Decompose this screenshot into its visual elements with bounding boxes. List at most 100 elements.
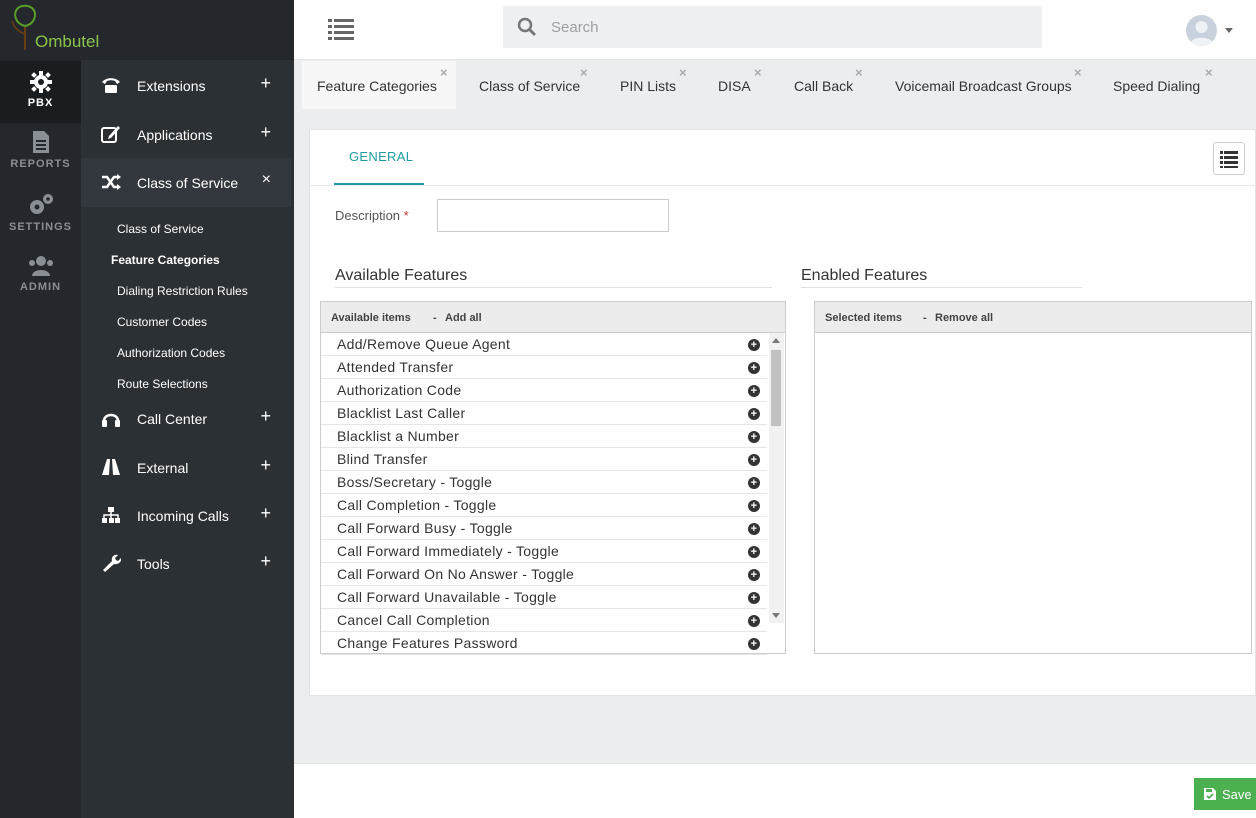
list-item[interactable]: Blacklist Last Caller + [321, 402, 767, 425]
submenu-item-feature-categories[interactable]: Feature Categories [111, 253, 220, 267]
avatar[interactable] [1186, 15, 1217, 46]
remove-all-link[interactable]: Remove all [935, 312, 993, 324]
scroll-up-icon[interactable] [772, 338, 780, 343]
add-circle-icon[interactable]: + [748, 523, 760, 535]
rail-item-admin[interactable]: ADMIN [0, 255, 81, 310]
close-icon[interactable]: × [679, 65, 687, 80]
submenu-item-dialing-restriction-rules[interactable]: Dialing Restriction Rules [117, 284, 248, 298]
tab-class-of-service[interactable]: Class of Service × [456, 61, 596, 109]
feature-label: Call Forward Immediately - Toggle [337, 543, 560, 559]
selected-items-header: Selected items - Remove all [815, 302, 1251, 333]
menu-label: Extensions [137, 78, 206, 94]
tab-label: Speed Dialing [1113, 78, 1201, 94]
add-circle-icon[interactable]: + [748, 500, 760, 512]
save-button[interactable]: Save [1194, 778, 1256, 810]
list-item[interactable]: Call Completion - Toggle + [321, 494, 767, 517]
add-circle-icon[interactable]: + [748, 408, 760, 420]
add-circle-icon[interactable]: + [748, 454, 760, 466]
add-circle-icon[interactable]: + [748, 546, 760, 558]
rail-item-reports[interactable]: REPORTS [0, 130, 81, 185]
tab-label: Class of Service [479, 78, 581, 94]
add-circle-icon[interactable]: + [748, 339, 760, 351]
scrollbar-thumb[interactable] [771, 350, 781, 426]
close-icon[interactable]: × [754, 65, 762, 80]
add-circle-icon[interactable]: + [748, 592, 760, 604]
expand-icon[interactable]: + [260, 406, 271, 427]
list-item[interactable]: Boss/Secretary - Toggle + [321, 471, 767, 494]
close-icon[interactable]: × [440, 65, 448, 80]
scroll-down-icon[interactable] [772, 613, 780, 618]
list-item[interactable]: Authorization Code + [321, 379, 767, 402]
close-icon[interactable]: × [1205, 65, 1213, 80]
close-icon[interactable]: × [1074, 65, 1082, 80]
feature-label: Blacklist Last Caller [337, 405, 466, 421]
submenu-item-customer-codes[interactable]: Customer Codes [117, 315, 207, 329]
available-features-title: Available Features [335, 267, 468, 284]
close-icon[interactable]: × [855, 65, 863, 80]
top-bar [294, 0, 1256, 60]
tab-label: DISA [718, 78, 751, 94]
menu-toggle-icon[interactable] [328, 18, 354, 40]
list-item[interactable]: Blind Transfer + [321, 448, 767, 471]
list-item[interactable]: Add/Remove Queue Agent + [321, 333, 767, 356]
menu-item-incoming-calls[interactable]: Incoming Calls + [81, 491, 291, 539]
list-item[interactable]: Blacklist a Number + [321, 425, 767, 448]
menu-item-applications[interactable]: Applications + [81, 110, 291, 158]
tab-voicemail-broadcast-groups[interactable]: Voicemail Broadcast Groups × [872, 61, 1091, 109]
expand-icon[interactable]: + [260, 122, 271, 143]
chevron-down-icon[interactable] [1225, 28, 1233, 33]
add-circle-icon[interactable]: + [748, 569, 760, 581]
submenu-item-route-selections[interactable]: Route Selections [117, 377, 208, 391]
rail-item-settings[interactable]: SETTINGS [0, 193, 81, 248]
list-item[interactable]: Call Forward On No Answer - Toggle + [321, 563, 767, 586]
expand-icon[interactable]: + [260, 455, 271, 476]
available-items-header: Available items - Add all [321, 302, 785, 333]
menu-item-external[interactable]: External + [81, 443, 291, 491]
description-field[interactable] [437, 199, 669, 232]
submenu-item-authorization-codes[interactable]: Authorization Codes [117, 346, 225, 360]
search-input[interactable] [551, 6, 1031, 48]
tab-general[interactable]: GENERAL [334, 130, 424, 185]
list-item[interactable]: Call Forward Busy - Toggle + [321, 517, 767, 540]
submenu-item-class-of-service[interactable]: Class of Service [117, 222, 204, 236]
wrench-icon [103, 554, 121, 572]
expand-icon[interactable]: + [260, 73, 271, 94]
list-item[interactable]: Call Forward Unavailable - Toggle + [321, 586, 767, 609]
add-circle-icon[interactable]: + [748, 615, 760, 627]
tab-speed-dialing[interactable]: Speed Dialing × [1091, 61, 1231, 109]
rail-item-pbx[interactable]: PBX [0, 61, 81, 123]
scrollbar[interactable] [769, 333, 784, 623]
expand-icon[interactable]: + [260, 551, 271, 572]
search-box [503, 6, 1042, 48]
tab-disa[interactable]: DISA × [694, 61, 770, 109]
add-circle-icon[interactable]: + [748, 431, 760, 443]
menu-item-class-of-service[interactable]: Class of Service × [81, 158, 291, 207]
app-logo[interactable]: Ombutel [0, 0, 294, 60]
list-item[interactable]: Change Features Password + [321, 632, 767, 655]
selected-items-label: Selected items [825, 312, 903, 324]
menu-item-tools[interactable]: Tools + [81, 539, 291, 587]
expand-icon[interactable]: + [260, 503, 271, 524]
header-separator: - [433, 312, 437, 324]
tab-feature-categories[interactable]: Feature Categories × [302, 61, 456, 109]
add-circle-icon[interactable]: + [748, 477, 760, 489]
list-item[interactable]: Cancel Call Completion + [321, 609, 767, 632]
tab-label: Voicemail Broadcast Groups [895, 78, 1072, 94]
collapse-icon[interactable]: × [262, 171, 271, 189]
add-circle-icon[interactable]: + [748, 362, 760, 374]
list-item[interactable]: Attended Transfer + [321, 356, 767, 379]
tab-general-label: GENERAL [349, 149, 414, 164]
feature-label: Call Completion - Toggle [337, 497, 497, 513]
menu-item-call-center[interactable]: Call Center + [81, 394, 291, 442]
add-all-link[interactable]: Add all [445, 312, 482, 324]
list-item[interactable]: Call Forward Immediately - Toggle + [321, 540, 767, 563]
add-circle-icon[interactable]: + [748, 638, 760, 650]
add-circle-icon[interactable]: + [748, 385, 760, 397]
menu-item-extensions[interactable]: Extensions + [81, 61, 291, 109]
close-icon[interactable]: × [580, 65, 588, 80]
list-view-button[interactable] [1213, 142, 1245, 175]
app-name: Ombutel [35, 32, 100, 51]
sidebar-menu: Extensions + Applications + Class of Ser… [81, 60, 294, 818]
tab-pin-lists[interactable]: PIN Lists × [596, 61, 694, 109]
tab-call-back[interactable]: Call Back × [770, 61, 872, 109]
